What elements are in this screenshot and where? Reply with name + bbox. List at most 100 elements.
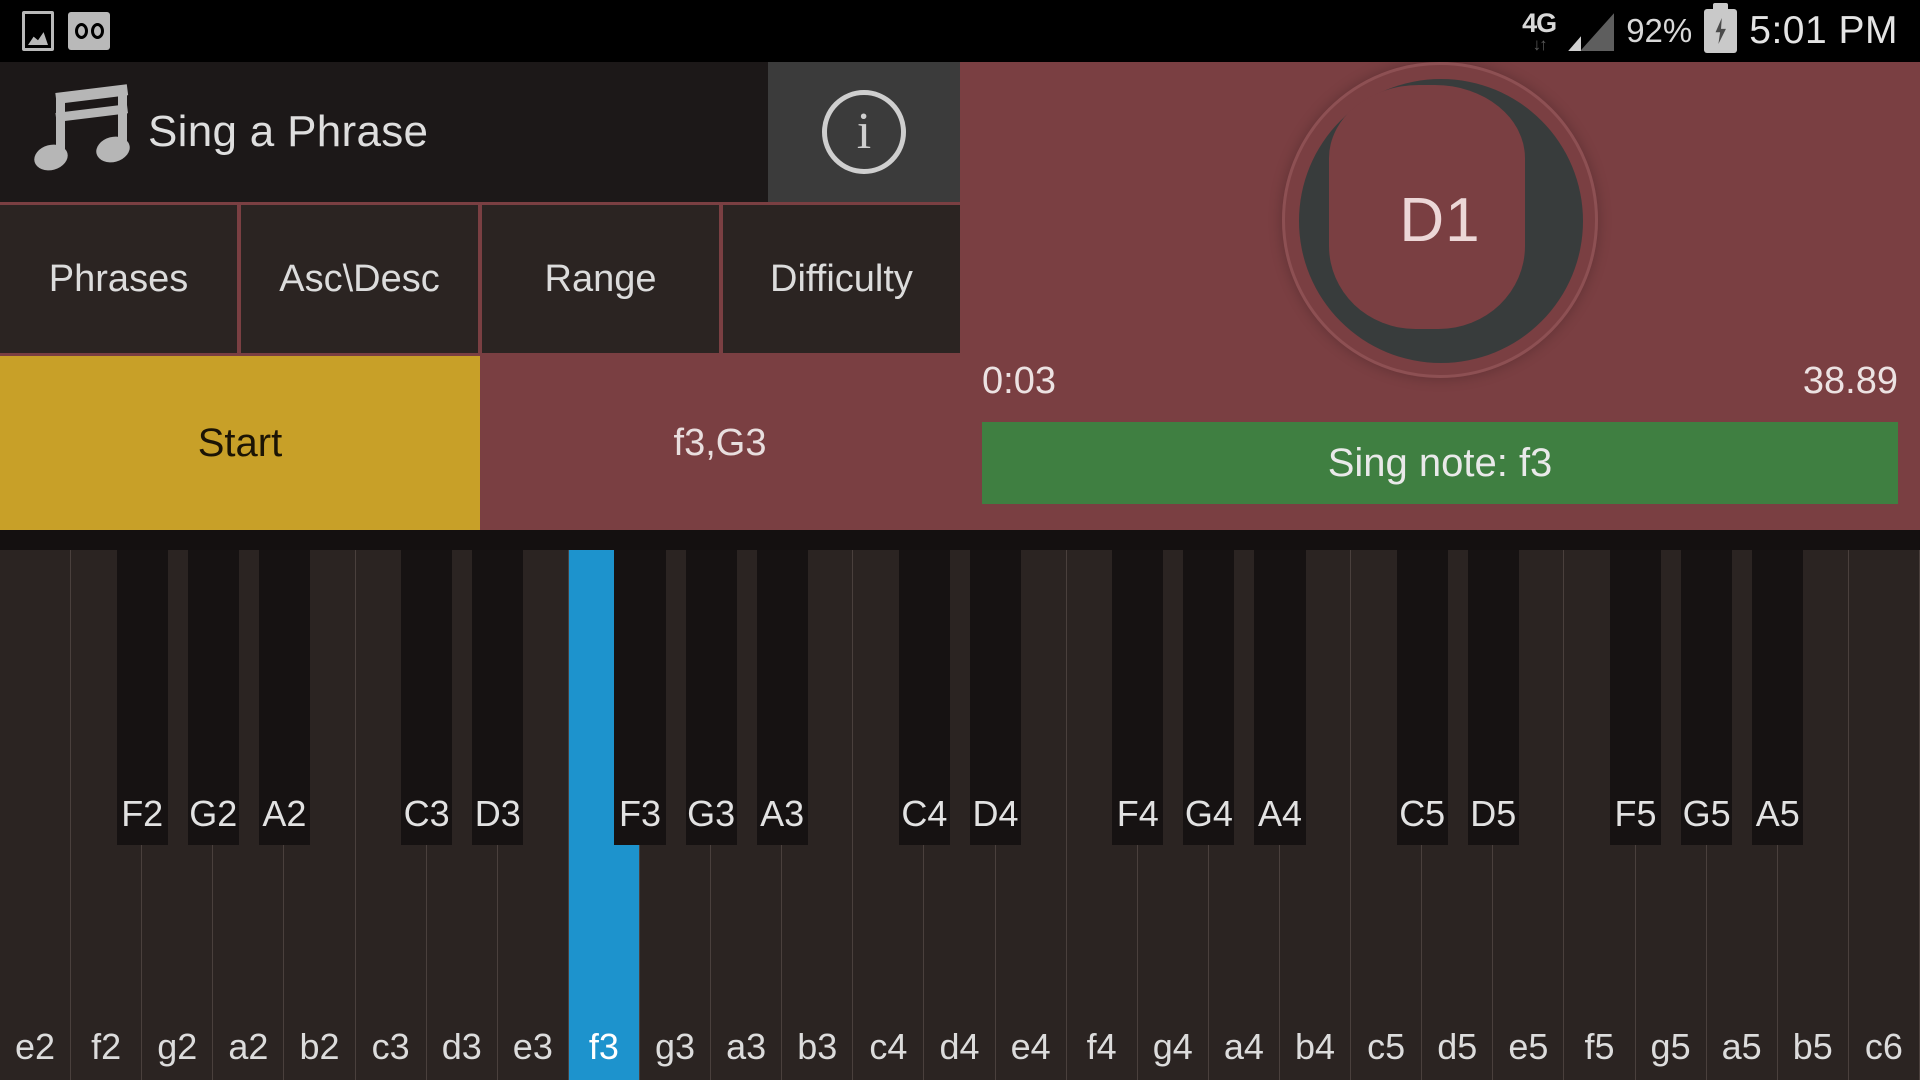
white-key-label: c6 xyxy=(1864,1026,1903,1067)
sing-prompt-banner: Sing note: f3 xyxy=(982,422,1898,504)
battery-charging-icon xyxy=(1704,3,1738,53)
white-key-label: c4 xyxy=(869,1026,908,1067)
network-type-label: 4G xyxy=(1522,7,1557,38)
white-key-label: e3 xyxy=(512,1026,553,1067)
voicemail-reel-left xyxy=(74,23,88,39)
black-key-label: G4 xyxy=(1184,793,1233,834)
current-phrase-value: f3,G3 xyxy=(673,421,767,464)
pitch-indicator: D1 xyxy=(960,62,1920,378)
clock-label: 5:01 PM xyxy=(1749,9,1898,52)
black-key-A2[interactable]: A2 xyxy=(258,550,311,845)
white-key-e2[interactable]: e2 xyxy=(0,550,72,1080)
black-key-label: G3 xyxy=(687,793,736,834)
black-key-G5[interactable]: G5 xyxy=(1681,550,1733,845)
black-key-label: C4 xyxy=(901,793,948,834)
black-key-label: C5 xyxy=(1399,793,1446,834)
black-key-label: A3 xyxy=(760,793,805,834)
status-bar: 4G ↓↑ 92% 5:01 PM xyxy=(0,0,1920,62)
app-title-bar: Sing a Phrase i xyxy=(0,62,960,202)
black-key-A5[interactable]: A5 xyxy=(1752,550,1804,845)
black-key-C3[interactable]: C3 xyxy=(401,550,453,845)
black-key-label: D5 xyxy=(1470,793,1517,834)
tab-phrases[interactable]: Phrases xyxy=(0,205,241,353)
white-key-label: g2 xyxy=(157,1026,198,1067)
white-key-label: a4 xyxy=(1223,1026,1264,1067)
black-key-F5[interactable]: F5 xyxy=(1609,550,1662,845)
white-key-label: d3 xyxy=(441,1026,482,1067)
status-bar-left-icons xyxy=(0,11,110,51)
black-key-label: A5 xyxy=(1755,793,1800,834)
white-key-label: d5 xyxy=(1437,1026,1478,1067)
white-key-label: g5 xyxy=(1650,1026,1691,1067)
black-key-F3[interactable]: F3 xyxy=(614,550,666,845)
white-key-label: c5 xyxy=(1367,1026,1406,1067)
info-icon: i xyxy=(822,90,906,174)
panel-divider xyxy=(0,530,1920,550)
white-key-label: a5 xyxy=(1721,1026,1762,1067)
black-key-label: F5 xyxy=(1614,793,1657,834)
network-type-indicator: 4G ↓↑ xyxy=(1522,7,1557,54)
data-transfer-arrows-icon: ↓↑ xyxy=(1532,34,1548,54)
black-key-D4[interactable]: D4 xyxy=(969,550,1022,845)
voicemail-reel-right xyxy=(90,23,104,39)
tab-range[interactable]: Range xyxy=(482,205,723,353)
black-key-label: G2 xyxy=(189,793,238,834)
white-key-label: b5 xyxy=(1792,1026,1833,1067)
white-key-label: f5 xyxy=(1584,1026,1615,1067)
black-key-label: D3 xyxy=(474,793,521,834)
white-key-label: g4 xyxy=(1152,1026,1193,1067)
black-key-label: G5 xyxy=(1682,793,1731,834)
white-key-label: c3 xyxy=(371,1026,410,1067)
voicemail-icon xyxy=(68,12,110,50)
black-key-C5[interactable]: C5 xyxy=(1396,550,1448,845)
white-key-label: b3 xyxy=(797,1026,838,1067)
score-label: 38.89 xyxy=(1802,360,1898,402)
action-row: Start f3,G3 xyxy=(0,356,960,530)
black-key-C4[interactable]: C4 xyxy=(898,550,951,845)
white-key-label: e5 xyxy=(1508,1026,1549,1067)
white-key-label: f2 xyxy=(91,1026,122,1067)
black-key-G2[interactable]: G2 xyxy=(187,550,239,845)
status-bar-right-icons: 4G ↓↑ 92% 5:01 PM xyxy=(1522,3,1920,54)
gallery-icon xyxy=(22,11,54,51)
white-key-label: a2 xyxy=(228,1026,269,1067)
black-key-label: A2 xyxy=(262,793,307,834)
app-root: Sing a Phrase i Phrases Asc\Desc Range D… xyxy=(0,62,1920,1080)
signal-bars-empty xyxy=(1580,13,1615,51)
black-key-D5[interactable]: D5 xyxy=(1467,550,1519,845)
app-title: Sing a Phrase xyxy=(148,107,429,156)
charging-bolt-icon xyxy=(1715,18,1726,44)
black-key-label: D4 xyxy=(972,793,1019,834)
black-key-A3[interactable]: A3 xyxy=(756,550,808,845)
left-control-panel: Sing a Phrase i Phrases Asc\Desc Range D… xyxy=(0,62,960,530)
black-key-label: F4 xyxy=(1116,793,1159,834)
tab-bar: Phrases Asc\Desc Range Difficulty xyxy=(0,205,960,353)
black-key-G4[interactable]: G4 xyxy=(1183,550,1235,845)
signal-strength-icon xyxy=(1568,11,1615,51)
black-key-A4[interactable]: A4 xyxy=(1254,550,1306,845)
black-key-G3[interactable]: G3 xyxy=(685,550,737,845)
black-key-label: F2 xyxy=(121,793,164,834)
white-key-label: e2 xyxy=(15,1026,56,1067)
start-button[interactable]: Start xyxy=(0,356,480,530)
white-key-label: b4 xyxy=(1295,1026,1336,1067)
black-key-label: F3 xyxy=(618,793,661,834)
pitch-panel: D1 0:03 38.89 Sing note: f3 xyxy=(960,62,1920,530)
white-key-label: g3 xyxy=(655,1026,696,1067)
white-key-c6[interactable]: c6 xyxy=(1848,550,1920,1080)
info-button[interactable]: i xyxy=(768,62,960,202)
piano-keyboard: e2 f2 g2 a2 b2 c3 d3 e3 f3 g3 a3 b3 c4 d4 e4 f4 g4 a4 b4 c5… xyxy=(0,550,1920,1080)
elapsed-time-label: 0:03 xyxy=(982,360,1056,402)
signal-bars-filled xyxy=(1568,36,1582,51)
black-key-label: A4 xyxy=(1257,793,1302,834)
black-key-F2[interactable]: F2 xyxy=(116,550,168,845)
black-key-label: C3 xyxy=(403,793,450,834)
battery-percent-label: 92% xyxy=(1626,12,1693,49)
tab-difficulty[interactable]: Difficulty xyxy=(723,205,960,353)
black-key-F4[interactable]: F4 xyxy=(1112,550,1164,845)
black-key-D3[interactable]: D3 xyxy=(472,550,524,845)
white-key-label: f4 xyxy=(1086,1026,1117,1067)
tab-asc-desc[interactable]: Asc\Desc xyxy=(241,205,482,353)
white-key-label: f3 xyxy=(588,1026,619,1067)
music-note-icon xyxy=(30,84,133,177)
